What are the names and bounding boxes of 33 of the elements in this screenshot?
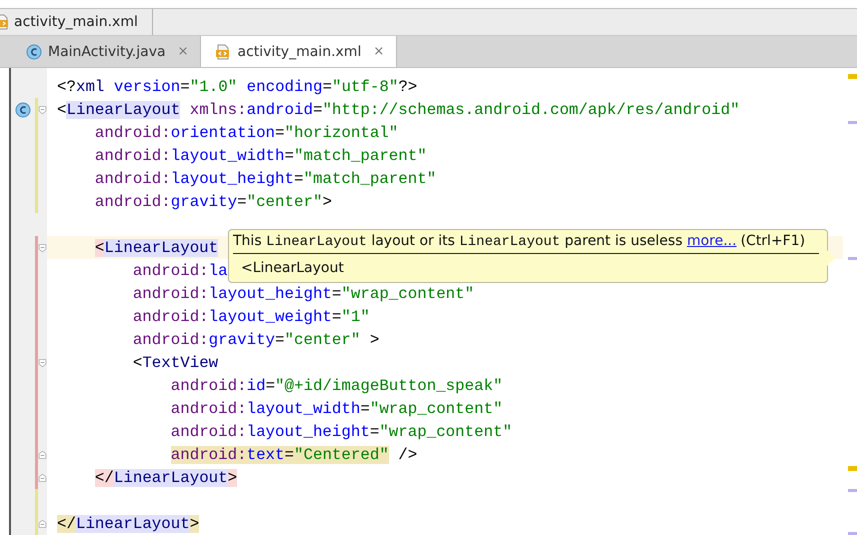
stripe-mark — [848, 257, 857, 260]
stripe-mark — [848, 489, 857, 492]
code-line: <TextView — [132, 352, 218, 372]
code-line: <LinearLayout — [94, 238, 218, 258]
code-line: android:gravity="center" > — [132, 330, 380, 350]
code-line: </LinearLayout> — [94, 468, 238, 488]
close-icon[interactable]: × — [373, 44, 384, 60]
code-line: <LinearLayout xmlns:android="http://schemas.android.com/apk/res/android" — [57, 100, 740, 120]
stripe-mark — [848, 121, 857, 124]
code-line: android:layout_width="wrap_content" — [170, 398, 503, 418]
code-line: android:gravity="center"> — [94, 192, 332, 212]
more-link[interactable]: more... — [686, 233, 737, 249]
code-line: android:layout_width="match_parent" — [94, 146, 427, 166]
code-line: android:layout_weight="1" — [132, 306, 370, 326]
code-line: <?xml version="1.0" encoding="utf-8"?> — [57, 76, 418, 96]
editor-tab[interactable]: activity_main.xml × — [201, 36, 398, 67]
stripe-mark — [848, 532, 857, 535]
code-line: android:la — [132, 260, 228, 280]
tooltip-message: This LinearLayout layout or its LinearLayout parent is useless more... — [233, 233, 737, 250]
code-line: android:layout_height="match_parent" — [94, 168, 436, 188]
code-line: android:layout_height="wrap_content" — [132, 284, 474, 304]
xml-file-icon — [215, 44, 232, 60]
tooltip-detail: <LinearLayout — [240, 259, 345, 276]
code-line: android:id="@+id/imageButton_speak" — [170, 376, 503, 396]
warning-stripe-mark — [848, 466, 857, 471]
code-line: android:layout_height="wrap_content" — [170, 422, 512, 442]
code-line: </LinearLayout> — [57, 514, 200, 534]
code-line: android:text="Centered" /> — [170, 444, 418, 464]
breadcrumb-item[interactable]: activity_main.xml — [0, 9, 153, 36]
code-line: android:orientation="horizontal" — [94, 122, 398, 142]
warning-stripe-mark — [848, 74, 857, 79]
class-icon — [26, 44, 42, 60]
shortcut-hint: (Ctrl+F1) — [740, 233, 806, 249]
